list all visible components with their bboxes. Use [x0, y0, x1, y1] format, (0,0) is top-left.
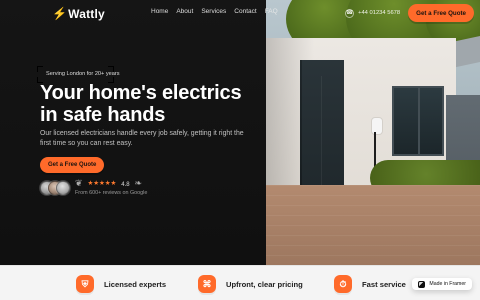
phone-icon: ☎: [345, 8, 355, 18]
bolt-icon: ⚡: [52, 6, 68, 21]
nav-right: ☎ +44 01234 5678 Get a Free Quote: [345, 4, 474, 22]
framer-icon: [418, 280, 426, 288]
rating-summary: ❦ ★★★★★ 4.8 ❧ From 600+ reviews on Googl…: [75, 178, 148, 196]
feature-title: Fast service: [362, 279, 406, 289]
shield-icon: ⛨: [76, 275, 94, 293]
tag-icon: ⌘: [198, 275, 216, 293]
hero-headline: Your home's electrics in safe hands: [40, 82, 242, 126]
features-bar: ⛨ Licensed experts ⌘ Upfront, clear pric…: [0, 265, 480, 300]
nav-link-faq[interactable]: FAQ: [265, 8, 278, 15]
review-block: ❦ ★★★★★ 4.8 ❧ From 600+ reviews on Googl…: [40, 178, 148, 196]
photo-door-detail: [321, 76, 322, 186]
nav-link-services[interactable]: Services: [201, 8, 226, 15]
made-in-framer-badge[interactable]: Made in Framer: [412, 278, 472, 290]
nav-link-home[interactable]: Home: [151, 8, 168, 15]
photo-window-divider: [418, 86, 420, 156]
feature-licensed-experts: ⛨ Licensed experts: [76, 275, 166, 293]
reviews-caption: From 600+ reviews on Google: [75, 190, 148, 196]
framer-text: Made in Framer: [429, 281, 466, 287]
hero-quote-button[interactable]: Get a Free Quote: [40, 157, 105, 173]
clock-icon: ⏱: [334, 275, 352, 293]
star-rating: ★★★★★: [87, 180, 117, 188]
laurel-right-icon: ❧: [134, 178, 143, 188]
brand-logo[interactable]: ⚡ Wattly: [52, 7, 105, 21]
reviewer-avatars: [40, 181, 70, 196]
nav-quote-button[interactable]: Get a Free Quote: [408, 4, 474, 22]
feature-title: Licensed experts: [104, 279, 167, 289]
hero-photo: [266, 0, 480, 265]
experience-badge: Serving London for 20+ years: [46, 71, 120, 77]
rating-score: 4.8: [121, 181, 130, 188]
brand-name: Wattly: [68, 7, 105, 21]
laurel-left-icon: ❦: [75, 178, 83, 188]
nav-link-contact[interactable]: Contact: [234, 8, 256, 15]
feature-title: Upfront, clear pricing: [226, 279, 303, 289]
nav-links: Home About Services Contact FAQ: [151, 8, 278, 15]
photo-door: [300, 60, 344, 202]
avatar: [56, 181, 70, 196]
photo-driveway: [266, 185, 480, 265]
feature-upfront-pricing: ⌘ Upfront, clear pricing: [198, 275, 303, 293]
feature-fast-service: ⏱ Fast service: [334, 275, 406, 293]
nav-link-about[interactable]: About: [176, 8, 193, 15]
phone-number: +44 01234 5678: [358, 10, 401, 16]
stars-row: ❦ ★★★★★ 4.8 ❧: [75, 178, 147, 189]
top-nav: ⚡ Wattly Home About Services Contact FAQ…: [0, 0, 480, 28]
hero-subtext: Our licensed electricians handle every j…: [40, 130, 244, 147]
landing-page: ⚡ Wattly Home About Services Contact FAQ…: [0, 0, 480, 300]
phone-link[interactable]: ☎ +44 01234 5678: [345, 8, 401, 18]
